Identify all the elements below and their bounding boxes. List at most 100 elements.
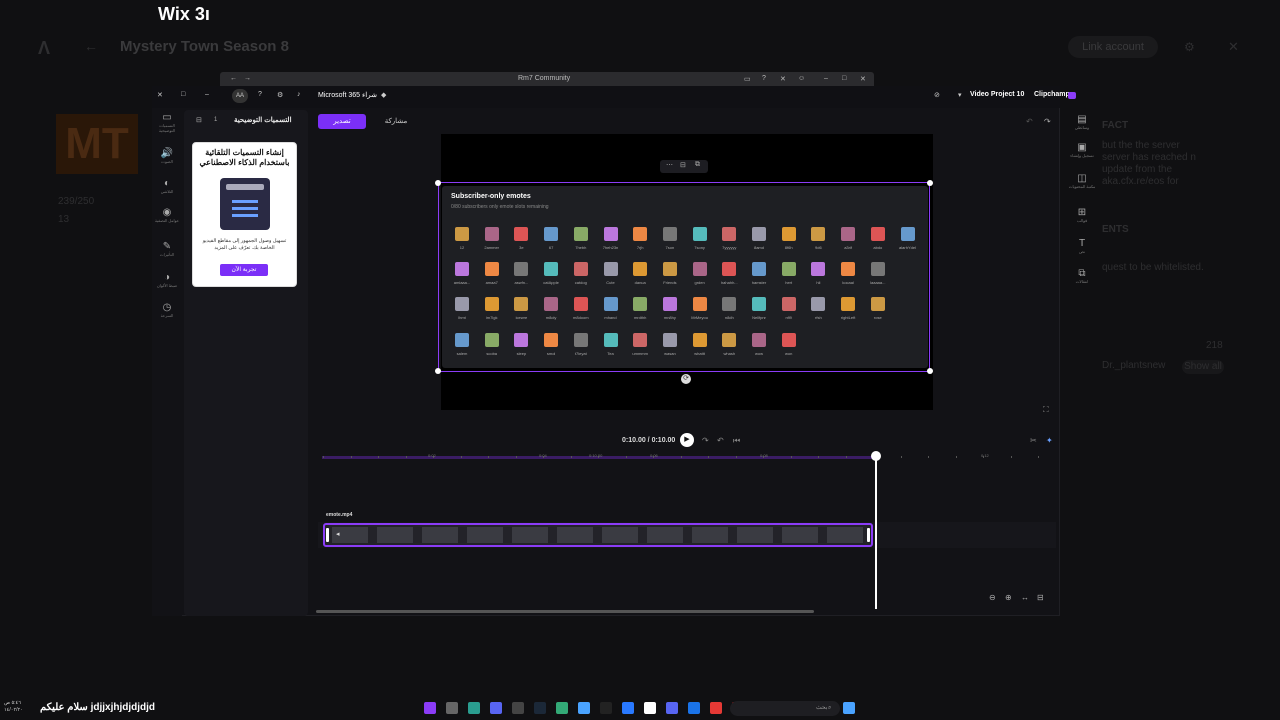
rail-record[interactable]: ▣ تسجيل وإنشاء bbox=[1067, 142, 1097, 158]
people-icon[interactable]: ☺ bbox=[798, 75, 805, 82]
more-icon[interactable]: ⋯ bbox=[666, 161, 673, 169]
tiktok-icon[interactable] bbox=[512, 702, 524, 714]
outlook-icon[interactable] bbox=[688, 702, 700, 714]
brave-icon[interactable] bbox=[710, 702, 722, 714]
share-button[interactable]: مشاركة bbox=[372, 114, 420, 129]
redo-icon[interactable]: ↷ bbox=[1044, 117, 1051, 126]
playhead-knob[interactable] bbox=[871, 451, 881, 461]
fullscreen-icon[interactable]: ⛶ bbox=[1043, 405, 1049, 415]
emote-image[interactable] bbox=[662, 262, 677, 276]
ms365-link[interactable]: Microsoft 365 شراء bbox=[318, 91, 377, 99]
emote-image[interactable] bbox=[603, 227, 618, 241]
emote-image[interactable] bbox=[573, 297, 588, 311]
bg-close-icon[interactable]: ✕ bbox=[1228, 39, 1239, 55]
rail-media[interactable]: ▤ وسائطي bbox=[1067, 114, 1097, 130]
emote-image[interactable] bbox=[752, 333, 766, 347]
caption-list-icon[interactable]: ⊟ bbox=[196, 116, 202, 124]
emote-image[interactable] bbox=[514, 333, 529, 347]
rail-audio[interactable]: 🔊 الصوت bbox=[152, 148, 182, 164]
avatar[interactable]: AA bbox=[232, 89, 248, 103]
rail-color[interactable]: ◑ ضبط الألوان bbox=[152, 272, 182, 288]
emote-image[interactable] bbox=[573, 227, 588, 241]
emote-image[interactable] bbox=[781, 333, 796, 347]
discord-alt-icon[interactable] bbox=[490, 702, 502, 714]
emote-image[interactable] bbox=[900, 227, 915, 241]
emote-image[interactable] bbox=[692, 333, 707, 347]
emote-image[interactable] bbox=[722, 262, 737, 276]
discord-icon[interactable] bbox=[666, 702, 678, 714]
emote-image[interactable] bbox=[692, 227, 707, 241]
rail-library[interactable]: ◫ مكتبة المحتويات bbox=[1067, 173, 1097, 189]
export-button[interactable]: تصدير bbox=[318, 114, 366, 129]
play-button[interactable]: ▶ bbox=[680, 433, 694, 447]
emote-image[interactable] bbox=[811, 297, 826, 311]
emote-image[interactable] bbox=[455, 333, 469, 347]
emote-image[interactable] bbox=[484, 333, 499, 347]
fit-icon[interactable]: ⊟ bbox=[680, 161, 686, 169]
project-name[interactable]: Video Project 10 bbox=[970, 91, 1024, 98]
maximize-icon[interactable]: □ bbox=[842, 75, 846, 82]
resize-handle[interactable] bbox=[927, 368, 933, 374]
try-now-button[interactable]: تجربة الآن bbox=[220, 264, 268, 276]
clip-trim-end-handle[interactable] bbox=[867, 528, 870, 542]
chevron-down-icon[interactable]: ▾ bbox=[958, 91, 962, 99]
rail-templates[interactable]: ⊞ قوالب bbox=[1067, 207, 1097, 223]
resize-handle[interactable] bbox=[435, 368, 441, 374]
close-icon[interactable]: ✕ bbox=[157, 91, 163, 99]
minimize-icon[interactable]: – bbox=[824, 75, 828, 82]
excel-icon[interactable] bbox=[556, 702, 568, 714]
resize-handle[interactable] bbox=[927, 180, 933, 186]
emote-image[interactable] bbox=[870, 262, 885, 276]
emote-image[interactable] bbox=[514, 227, 529, 241]
ai-icon[interactable]: ✦ bbox=[1046, 436, 1053, 445]
emote-image[interactable] bbox=[514, 297, 529, 311]
back-icon[interactable]: ← bbox=[230, 75, 237, 82]
emote-image[interactable] bbox=[841, 227, 856, 241]
minimize-icon[interactable]: – bbox=[205, 91, 209, 98]
clip-trim-start-handle[interactable] bbox=[326, 528, 329, 542]
rail-filters[interactable]: ◉ عوامل التصفية bbox=[152, 207, 182, 223]
rail-transitions[interactable]: ⧉ انتقالات bbox=[1067, 268, 1097, 284]
emote-image[interactable] bbox=[662, 333, 677, 347]
emote-image[interactable] bbox=[633, 297, 648, 311]
rail-text[interactable]: T نص bbox=[1067, 238, 1097, 254]
magnet-icon[interactable]: ✂ bbox=[1030, 436, 1037, 445]
volume-icon[interactable]: ◂ bbox=[336, 530, 340, 538]
skip-start-icon[interactable]: ⏮ bbox=[733, 436, 740, 446]
fit-timeline-icon[interactable]: ↔ bbox=[1021, 593, 1029, 602]
timeline-scrollbar[interactable] bbox=[316, 610, 814, 613]
emote-image[interactable] bbox=[870, 227, 885, 241]
emote-image[interactable] bbox=[752, 262, 766, 276]
forward-icon[interactable]: → bbox=[244, 75, 251, 82]
emote-image[interactable] bbox=[752, 227, 766, 241]
emote-image[interactable] bbox=[722, 333, 737, 347]
rail-fade[interactable]: ◐ التلاشي bbox=[152, 178, 182, 194]
rail-effects[interactable]: ✎ التأثيرات bbox=[152, 241, 182, 257]
notifications-icon[interactable]: ♪ bbox=[297, 91, 301, 98]
notepad-icon[interactable] bbox=[644, 702, 656, 714]
emote-image[interactable] bbox=[603, 333, 618, 347]
emote-image[interactable] bbox=[722, 297, 737, 311]
clipchamp-icon[interactable] bbox=[424, 702, 436, 714]
windows-start-icon[interactable] bbox=[843, 702, 855, 714]
emote-image[interactable] bbox=[544, 297, 559, 311]
emote-image[interactable] bbox=[781, 262, 796, 276]
emote-image[interactable] bbox=[455, 262, 469, 276]
bg-link-account-button[interactable]: Link account bbox=[1068, 36, 1158, 58]
edge-icon[interactable] bbox=[622, 702, 634, 714]
emote-image[interactable] bbox=[633, 227, 648, 241]
rail-speed[interactable]: ◷ السرعة bbox=[152, 302, 182, 318]
screen-icon[interactable]: ▭ bbox=[744, 75, 751, 83]
cloud-off-icon[interactable]: ⊘ bbox=[934, 91, 940, 99]
emote-image[interactable] bbox=[603, 297, 618, 311]
emote-image[interactable] bbox=[841, 297, 856, 311]
emote-image[interactable] bbox=[662, 297, 677, 311]
bg-gear-icon[interactable]: ⚙ bbox=[1184, 40, 1195, 54]
tools-icon[interactable]: ✕ bbox=[780, 75, 786, 83]
restore-icon[interactable]: □ bbox=[181, 91, 185, 98]
steam-icon[interactable] bbox=[534, 702, 546, 714]
timeline-size-icon[interactable]: ⊟ bbox=[1037, 593, 1044, 602]
rewind-5-icon[interactable]: ↶ bbox=[717, 436, 724, 445]
emote-image[interactable] bbox=[455, 227, 469, 241]
emote-image[interactable] bbox=[811, 262, 826, 276]
